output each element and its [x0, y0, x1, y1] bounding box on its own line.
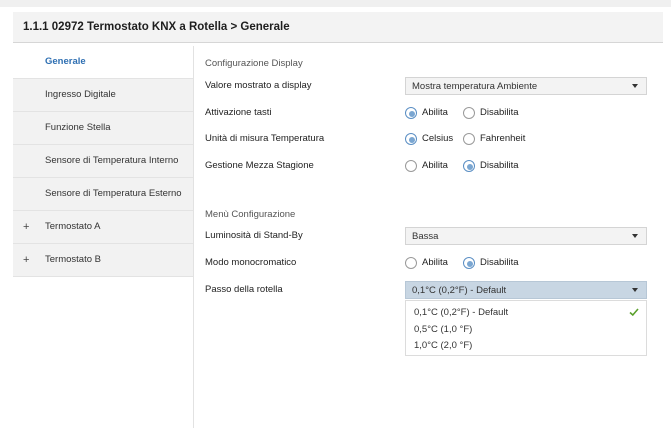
chevron-down-icon — [632, 288, 638, 292]
radio-circle — [405, 107, 417, 119]
sidebar-item-label: Sensore di Temperatura Esterno — [45, 188, 182, 199]
sidebar-item-label: Termostato B — [45, 254, 101, 265]
step-dropdown-list: 0,1°C (0,2°F) - Default 0,5°C (1,0 °F) 1… — [405, 300, 647, 356]
radio-label: Disabilita — [480, 160, 519, 171]
sidebar-item-sensore-interno[interactable]: Sensore di Temperatura Interno — [13, 145, 193, 178]
radio-label: Celsius — [422, 133, 454, 144]
sidebar: Generale Ingresso Digitale Funzione Stel… — [13, 46, 194, 428]
select-value: Bassa — [412, 231, 439, 242]
mono-label: Modo monocromatico — [205, 257, 297, 268]
radio-label: Disabilita — [480, 257, 519, 268]
unit-label: Unità di misura Temperatura — [205, 133, 325, 144]
keys-label: Attivazione tasti — [205, 107, 272, 118]
radio-circle — [463, 133, 475, 145]
step-label: Passo della rotella — [205, 284, 283, 295]
radio-dot — [467, 261, 473, 267]
step-select[interactable]: 0,1°C (0,2°F) - Default — [405, 281, 647, 299]
radio-circle — [405, 133, 417, 145]
sidebar-item-ingresso-digitale[interactable]: Ingresso Digitale — [13, 79, 193, 112]
sidebar-item-label: Termostato A — [45, 221, 101, 232]
sidebar-item-sensore-esterno[interactable]: Sensore di Temperatura Esterno — [13, 178, 193, 211]
sidebar-item-termostato-b[interactable]: + Termostato B — [13, 244, 193, 277]
step-option-default[interactable]: 0,1°C (0,2°F) - Default — [414, 307, 508, 318]
display-value-select[interactable]: Mostra temperatura Ambiente — [405, 77, 647, 95]
sidebar-item-termostato-a[interactable]: + Termostato A — [13, 211, 193, 244]
radio-circle — [405, 257, 417, 269]
display-value-label: Valore mostrato a display — [205, 80, 312, 91]
sidebar-item-label: Ingresso Digitale — [45, 89, 116, 100]
season-label: Gestione Mezza Stagione — [205, 160, 314, 171]
radio-label: Disabilita — [480, 107, 519, 118]
step-option-1-0[interactable]: 1,0°C (2,0 °F) — [414, 340, 472, 351]
select-value: 0,1°C (0,2°F) - Default — [412, 285, 507, 296]
radio-circle — [463, 160, 475, 172]
sidebar-item-label: Funzione Stella — [45, 122, 111, 133]
brightness-select[interactable]: Bassa — [405, 227, 647, 245]
plus-icon: + — [23, 221, 30, 233]
section-title-display: Configurazione Display — [205, 58, 303, 69]
radio-label: Fahrenheit — [480, 133, 526, 144]
main-panel: Configurazione Display Valore mostrato a… — [205, 46, 665, 428]
sidebar-item-generale[interactable]: Generale — [13, 46, 193, 79]
radio-label: Abilita — [422, 257, 448, 268]
page-title: 1.1.1 02972 Termostato KNX a Rotella > G… — [23, 21, 290, 33]
radio-circle — [463, 257, 475, 269]
radio-dot — [467, 164, 473, 170]
radio-dot — [409, 137, 415, 143]
radio-label: Abilita — [422, 160, 448, 171]
section-title-menu: Menù Configurazione — [205, 209, 296, 220]
brightness-label: Luminosità di Stand-By — [205, 230, 303, 241]
radio-circle — [463, 107, 475, 119]
sidebar-item-funzione-stella[interactable]: Funzione Stella — [13, 112, 193, 145]
select-value: Mostra temperatura Ambiente — [412, 81, 538, 92]
step-option-0-5[interactable]: 0,5°C (1,0 °F) — [414, 324, 472, 335]
sidebar-item-label: Generale — [45, 56, 86, 67]
radio-dot — [409, 111, 415, 117]
top-strip — [0, 0, 671, 7]
radio-circle — [405, 160, 417, 172]
chevron-down-icon — [632, 84, 638, 88]
radio-label: Abilita — [422, 107, 448, 118]
plus-icon: + — [23, 254, 30, 266]
chevron-down-icon — [632, 234, 638, 238]
checkmark-icon — [629, 308, 639, 317]
sidebar-item-label: Sensore di Temperatura Interno — [45, 155, 179, 166]
